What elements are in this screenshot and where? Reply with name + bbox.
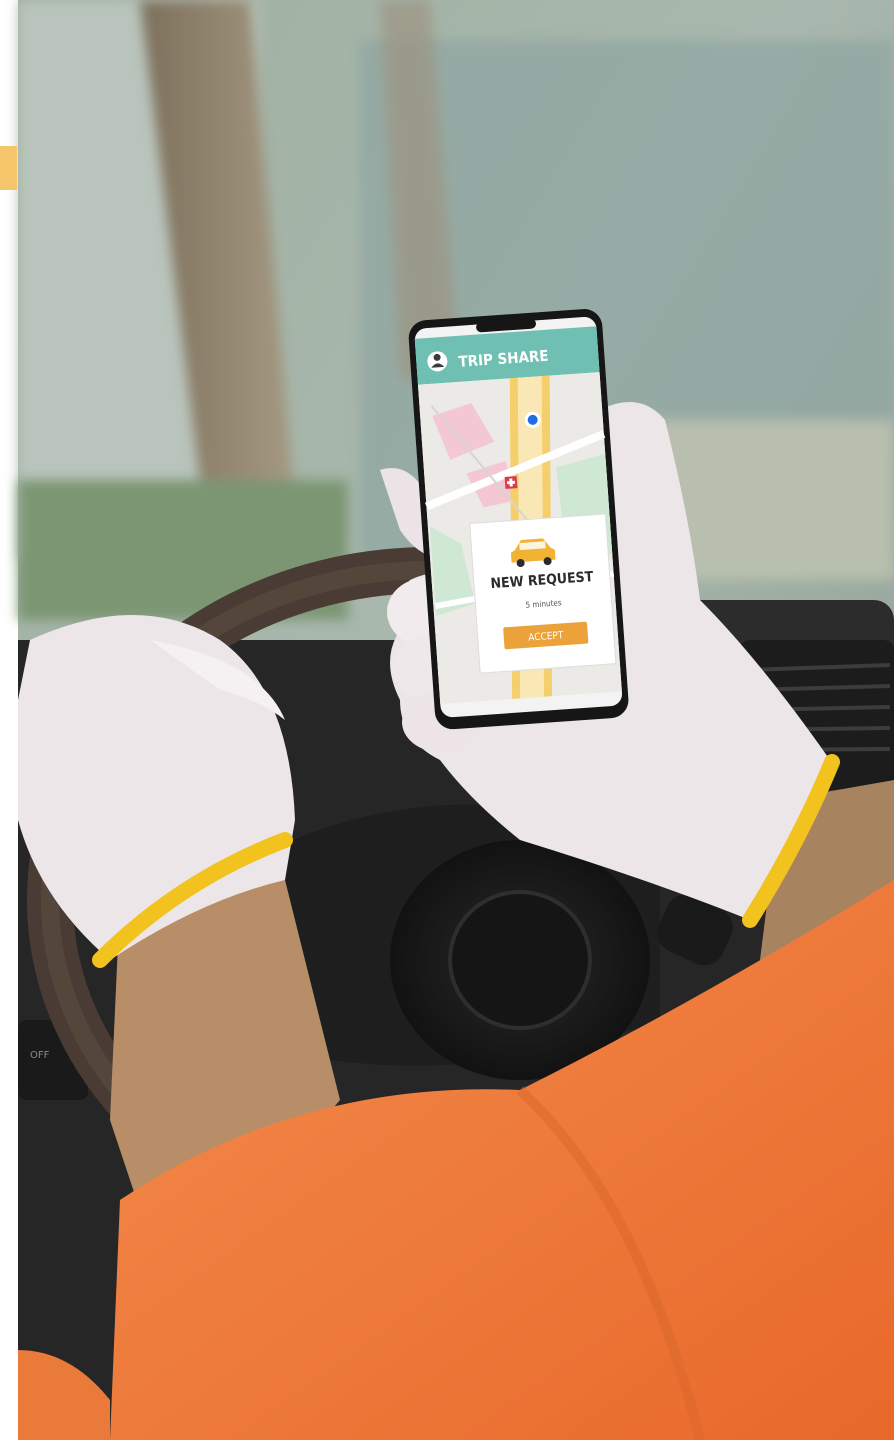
svg-text:OFF: OFF <box>30 1050 50 1061</box>
request-card: NEW REQUEST 5 minutes ACCEPT <box>469 513 617 674</box>
driver-photo-scene: OFF TRIP SHARE NEW REQUEST 5 minutes ACC… <box>0 0 894 1440</box>
smartphone: TRIP SHARE NEW REQUEST 5 minutes ACCEPT <box>408 309 629 730</box>
accent-tab <box>0 146 17 190</box>
app-screen[interactable]: TRIP SHARE NEW REQUEST 5 minutes ACCEPT <box>414 326 622 704</box>
hospital-marker-icon <box>504 476 518 489</box>
